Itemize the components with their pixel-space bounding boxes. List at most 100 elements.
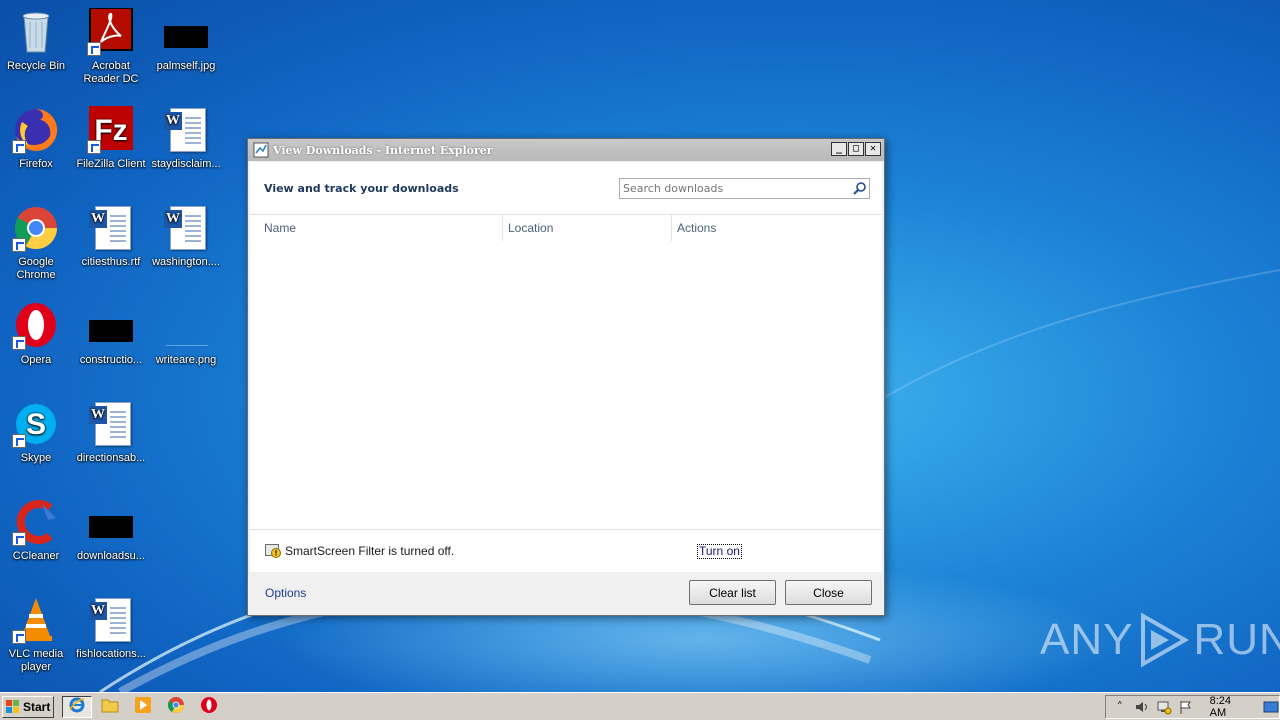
firefox-icon — [12, 106, 60, 154]
taskbar: Start ˄ 8:24 AM — [0, 692, 1280, 720]
word-doc-icon: W — [87, 400, 135, 448]
desktop-icon-constructio[interactable]: constructio... — [73, 302, 149, 367]
window-footer: Options Clear list Close — [250, 573, 882, 613]
desktop-icon-label: palmself.jpg — [156, 60, 216, 72]
start-label: Start — [23, 699, 51, 714]
anyrun-watermark: ANY RUN — [1040, 612, 1280, 668]
desktop-icon-label: Skype — [20, 452, 52, 464]
shortcut-arrow-icon — [12, 238, 26, 252]
chrome-icon — [12, 204, 60, 252]
opera-icon — [200, 696, 218, 717]
clear-list-button[interactable]: Clear list — [689, 580, 776, 605]
shortcut-arrow-icon — [87, 140, 101, 154]
word-doc-icon: W — [162, 204, 210, 252]
word-doc-icon: W — [87, 596, 135, 644]
downloads-content: View and track your downloads Name Locat… — [250, 162, 882, 572]
shortcut-arrow-icon — [12, 532, 26, 546]
volume-icon[interactable] — [1134, 699, 1150, 715]
search-box[interactable] — [619, 178, 870, 199]
desktop-icon-label: FileZilla Client — [76, 158, 146, 170]
desktop-icon-label: Firefox — [19, 158, 53, 170]
desktop-icon-label: writeare.png — [155, 354, 217, 366]
opera-icon — [12, 302, 60, 350]
window-title: View Downloads - Internet Explorer — [273, 143, 493, 157]
desktop-icon-skype[interactable]: S Skype — [0, 400, 74, 465]
close-window-button[interactable]: ✕ — [865, 142, 881, 156]
acrobat-icon — [87, 7, 135, 56]
vlc-icon — [12, 596, 60, 644]
system-tray: ˄ 8:24 AM — [1105, 695, 1280, 719]
ccleaner-icon — [12, 498, 60, 546]
word-doc-icon: W — [87, 204, 135, 252]
search-input[interactable] — [620, 179, 851, 198]
windows-logo-icon — [6, 700, 20, 713]
desktop-icon-recycle-bin[interactable]: Recycle Bin — [0, 8, 74, 73]
column-header-location[interactable]: Location — [503, 215, 672, 241]
image-file-icon — [87, 302, 135, 350]
watermark-left: ANY — [1040, 615, 1134, 664]
page-title: View and track your downloads — [264, 181, 459, 195]
desktop-icon-directionsab[interactable]: W directionsab... — [73, 400, 149, 465]
taskbar-opera[interactable] — [194, 696, 224, 718]
desktop-icon-writeare[interactable]: writeare.png — [148, 302, 224, 367]
word-doc-icon: W — [162, 106, 210, 154]
desktop-icon-ccleaner[interactable]: CCleaner — [0, 498, 74, 563]
close-button[interactable]: Close — [785, 580, 872, 605]
smartscreen-status-text: SmartScreen Filter is turned off. — [285, 544, 455, 558]
maximize-button[interactable]: □ — [848, 142, 864, 156]
desktop-icon-label: washington.... — [152, 256, 220, 268]
taskbar-internet-explorer[interactable] — [62, 695, 92, 718]
desktop-icon-filezilla[interactable]: Fz FileZilla Client — [73, 106, 149, 171]
image-file-icon — [87, 498, 135, 546]
column-headers: Name Location Actions — [250, 214, 882, 241]
show-hidden-icons-icon[interactable]: ˄ — [1112, 699, 1128, 715]
taskbar-explorer[interactable] — [95, 696, 125, 718]
desktop-icon-label: Recycle Bin — [6, 60, 66, 72]
desktop-icon-firefox[interactable]: Firefox — [0, 106, 74, 171]
image-file-icon — [162, 8, 210, 56]
desktop-icon-palmself[interactable]: palmself.jpg — [148, 8, 224, 73]
desktop-icon-fishlocations[interactable]: W fishlocations... — [73, 596, 149, 661]
desktop-icon-citiesthus[interactable]: W citiesthus.rtf — [73, 204, 149, 269]
media-player-icon — [134, 696, 152, 717]
desktop-icon-label: Acrobat Reader DC — [83, 60, 139, 85]
column-header-name[interactable]: Name — [250, 215, 503, 241]
desktop-icon-label: CCleaner — [12, 550, 60, 562]
desktop-icon-label: directionsab... — [76, 452, 146, 464]
shortcut-arrow-icon — [12, 630, 26, 644]
shortcut-arrow-icon — [12, 140, 26, 154]
window-titlebar[interactable]: View Downloads - Internet Explorer _ □ ✕ — [248, 139, 884, 161]
desktop-icon-downloadsu[interactable]: downloadsu... — [73, 498, 149, 563]
desktop-icon-vlc[interactable]: VLC media player — [0, 596, 74, 674]
desktop-icon-acrobat[interactable]: Acrobat Reader DC — [73, 7, 149, 86]
action-center-flag-icon[interactable] — [1178, 699, 1194, 715]
options-link[interactable]: Options — [265, 586, 306, 600]
desktop-icon-chrome[interactable]: Google Chrome — [0, 204, 74, 282]
turn-on-link[interactable]: Turn on — [697, 544, 742, 559]
skype-icon: S — [12, 400, 60, 448]
desktop-icon-label: staydisclaim... — [151, 158, 221, 170]
show-desktop-icon[interactable] — [1263, 699, 1279, 715]
desktop-icon-label: VLC media player — [8, 648, 64, 673]
desktop-icon-staydisclaim[interactable]: W staydisclaim... — [148, 106, 224, 171]
desktop-icon-washington[interactable]: W washington.... — [148, 204, 224, 269]
search-icon[interactable] — [851, 180, 869, 198]
image-file-icon — [162, 302, 210, 350]
taskbar-chrome[interactable] — [161, 696, 191, 718]
desktop-icon-label: downloadsu... — [77, 550, 145, 562]
filezilla-icon: Fz — [87, 106, 135, 154]
taskbar-clock[interactable]: 8:24 AM — [1210, 695, 1249, 719]
start-button[interactable]: Start — [2, 695, 54, 718]
desktop-icon-opera[interactable]: Opera — [0, 302, 74, 367]
chrome-icon — [167, 696, 185, 717]
warning-shield-icon — [265, 544, 281, 558]
network-icon[interactable] — [1156, 699, 1172, 715]
explorer-folder-icon — [101, 697, 119, 716]
column-header-actions[interactable]: Actions — [672, 215, 716, 241]
taskbar-media-player[interactable] — [128, 696, 158, 718]
minimize-button[interactable]: _ — [831, 142, 847, 156]
view-downloads-window[interactable]: View Downloads - Internet Explorer _ □ ✕… — [247, 138, 885, 616]
recycle-bin-icon — [12, 8, 60, 56]
internet-explorer-icon — [253, 142, 269, 158]
downloads-header: View and track your downloads — [250, 162, 882, 214]
